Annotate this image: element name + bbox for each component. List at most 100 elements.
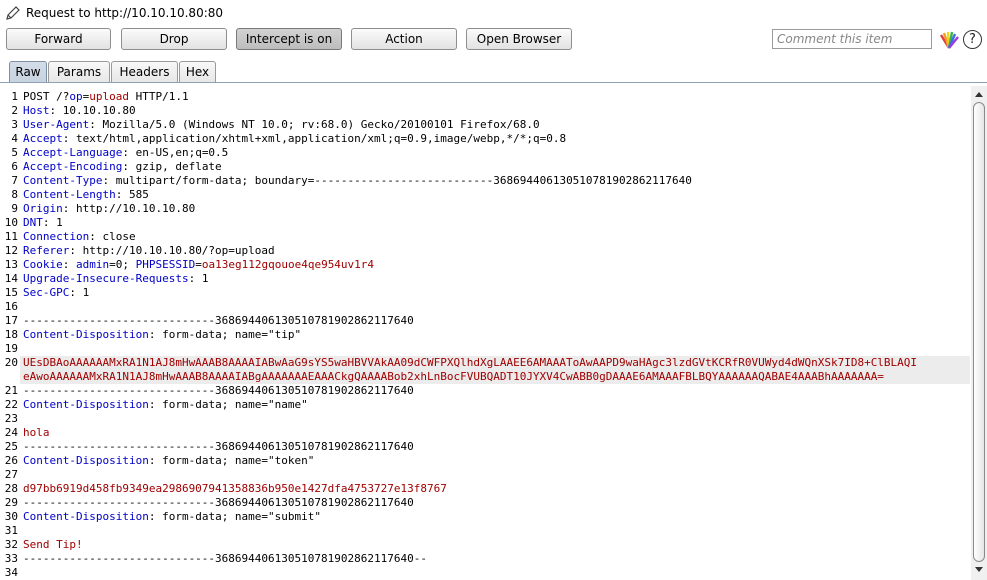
header-key: Content-Type bbox=[23, 174, 103, 187]
editor-tabs: Raw Params Headers Hex bbox=[0, 61, 987, 83]
request-line: 18 Content-Disposition: form-data; name="… bbox=[0, 328, 950, 342]
line-number: 5 bbox=[11, 146, 18, 159]
line-number: 7 bbox=[11, 174, 18, 187]
request-line: 1 POST /?op=upload HTTP/1.1 bbox=[0, 90, 950, 104]
line-number: 1 bbox=[11, 90, 18, 103]
line-number: 19 bbox=[4, 342, 18, 355]
line-number: 29 bbox=[4, 496, 18, 509]
request-line: 21 -----------------------------368694406… bbox=[0, 384, 950, 398]
line-text: Cookie: admin=0; PHPSESSID=oa13eg112gqou… bbox=[23, 258, 374, 272]
request-line: 6 Accept-Encoding: gzip, deflate bbox=[0, 160, 950, 174]
request-line: 8 Content-Length: 585 bbox=[0, 188, 950, 202]
header-key: Sec-GPC bbox=[23, 286, 70, 299]
line-segment: : text/html,application/xhtml+xml,applic… bbox=[62, 132, 567, 145]
drop-button[interactable]: Drop bbox=[121, 28, 227, 50]
request-line: 10 DNT: 1 bbox=[0, 216, 950, 230]
request-line: 23 bbox=[0, 412, 950, 426]
scroll-down-icon[interactable] bbox=[971, 564, 987, 576]
color-fan-icon[interactable] bbox=[939, 31, 959, 49]
header-key: Content-Length bbox=[23, 188, 116, 201]
line-number: 13 bbox=[4, 258, 18, 271]
line-text: Host: 10.10.10.80 bbox=[23, 104, 136, 118]
header-key: Origin bbox=[23, 202, 63, 215]
line-text: Sec-GPC: 1 bbox=[23, 286, 89, 300]
line-segment: : close bbox=[89, 230, 136, 243]
tab-hex[interactable]: Hex bbox=[179, 61, 216, 83]
line-number: 32 bbox=[4, 538, 18, 551]
header-key: Content-Disposition bbox=[23, 510, 149, 523]
header-key: Connection bbox=[23, 230, 90, 243]
line-segment: : multipart/form-data; boundary=--------… bbox=[102, 174, 692, 187]
scrollbar-thumb[interactable] bbox=[973, 102, 985, 562]
request-line: 9 Origin: http://10.10.10.80 bbox=[0, 202, 950, 216]
param-value: eAwoAAAAAAMxRA1N1AJ8mHwAAAB8AAAAIABgAAAA… bbox=[23, 370, 884, 383]
header-key: op bbox=[69, 90, 83, 103]
line-text: Content-Disposition: form-data; name="su… bbox=[23, 510, 321, 524]
tab-raw[interactable]: Raw bbox=[9, 61, 47, 83]
tab-params[interactable]: Params bbox=[48, 61, 110, 83]
line-number: 30 bbox=[4, 510, 18, 523]
line-text: Connection: close bbox=[23, 230, 136, 244]
action-button[interactable]: Action bbox=[351, 28, 457, 50]
line-number: 15 bbox=[4, 286, 18, 299]
header-key: Cookie bbox=[23, 258, 63, 271]
line-segment: -----------------------------36869440613… bbox=[23, 552, 427, 565]
request-line: 24 hola bbox=[0, 426, 950, 440]
header-key: Content-Disposition bbox=[23, 398, 149, 411]
header-key: Content-Disposition bbox=[23, 454, 149, 467]
tab-headers[interactable]: Headers bbox=[111, 61, 178, 83]
scroll-up-icon[interactable] bbox=[971, 88, 987, 100]
request-line: 22 Content-Disposition: form-data; name="… bbox=[0, 398, 950, 412]
line-number: 24 bbox=[4, 426, 18, 439]
request-line: 32 Send Tip! bbox=[0, 538, 950, 552]
line-text: Origin: http://10.10.10.80 bbox=[23, 202, 195, 216]
header-key: Upgrade-Insecure-Requests bbox=[23, 272, 189, 285]
header-key: PHPSESSID bbox=[135, 258, 196, 271]
request-line: 26 Content-Disposition: form-data; name="… bbox=[0, 454, 950, 468]
vertical-scrollbar[interactable] bbox=[971, 86, 987, 580]
request-line: eAwoAAAAAAMxRA1N1AJ8mHwAAAB8AAAAIABgAAAA… bbox=[0, 370, 950, 384]
line-number: 16 bbox=[4, 300, 18, 313]
line-segment: -----------------------------36869440613… bbox=[23, 384, 414, 397]
raw-request-editor[interactable]: 1 POST /?op=upload HTTP/1.1 2 Host: 10.10.1… bbox=[0, 86, 970, 580]
comment-input[interactable] bbox=[772, 29, 932, 49]
line-text: Referer: http://10.10.10.80/?op=upload bbox=[23, 244, 275, 258]
line-number: 28 bbox=[4, 482, 18, 495]
open-browser-button[interactable]: Open Browser bbox=[466, 28, 572, 50]
line-text: Content-Disposition: form-data; name="ti… bbox=[23, 328, 301, 342]
forward-button[interactable]: Forward bbox=[6, 28, 111, 50]
line-number: 8 bbox=[11, 188, 18, 201]
line-text: Send Tip! bbox=[23, 538, 83, 552]
header-key: Referer bbox=[23, 244, 70, 257]
line-segment: : form-data; name="submit" bbox=[148, 510, 322, 523]
request-line: 25 -----------------------------368694406… bbox=[0, 440, 950, 454]
request-line: 34 bbox=[0, 566, 950, 580]
line-segment: : 585 bbox=[115, 188, 149, 201]
intercept-toggle-button[interactable]: Intercept is on bbox=[236, 28, 342, 50]
line-segment: = bbox=[195, 258, 202, 271]
header-key: Content-Disposition bbox=[23, 328, 149, 341]
line-text: -----------------------------36869440613… bbox=[23, 314, 414, 328]
request-line: 27 bbox=[0, 468, 950, 482]
line-segment: : form-data; name="token" bbox=[148, 454, 315, 467]
line-text: eAwoAAAAAAMxRA1N1AJ8mHwAAAB8AAAAIABgAAAA… bbox=[23, 370, 884, 384]
line-text: UEsDBAoAAAAAAMxRA1N1AJ8mHwAAAB8AAAAIABwA… bbox=[23, 356, 917, 370]
line-text: Accept-Language: en-US,en;q=0.5 bbox=[23, 146, 228, 160]
help-icon[interactable]: ? bbox=[963, 30, 982, 49]
request-line: 19 bbox=[0, 342, 950, 356]
line-segment: : form-data; name="tip" bbox=[148, 328, 302, 341]
request-line: 33 -----------------------------368694406… bbox=[0, 552, 950, 566]
line-number: 23 bbox=[4, 412, 18, 425]
request-line: 31 bbox=[0, 524, 950, 538]
line-number: 12 bbox=[4, 244, 18, 257]
line-text: Content-Type: multipart/form-data; bound… bbox=[23, 174, 692, 188]
line-segment: : 1 bbox=[69, 286, 90, 299]
line-number: 3 bbox=[11, 118, 18, 131]
line-text: -----------------------------36869440613… bbox=[23, 552, 427, 566]
line-number: 6 bbox=[11, 160, 18, 173]
request-line: 16 bbox=[0, 300, 950, 314]
request-line: 28 d97bb6919d458fb9349ea2986907941358836b… bbox=[0, 482, 950, 496]
line-number: 18 bbox=[4, 328, 18, 341]
param-value: d97bb6919d458fb9349ea2986907941358836b95… bbox=[23, 482, 447, 495]
line-number: 11 bbox=[4, 230, 18, 243]
